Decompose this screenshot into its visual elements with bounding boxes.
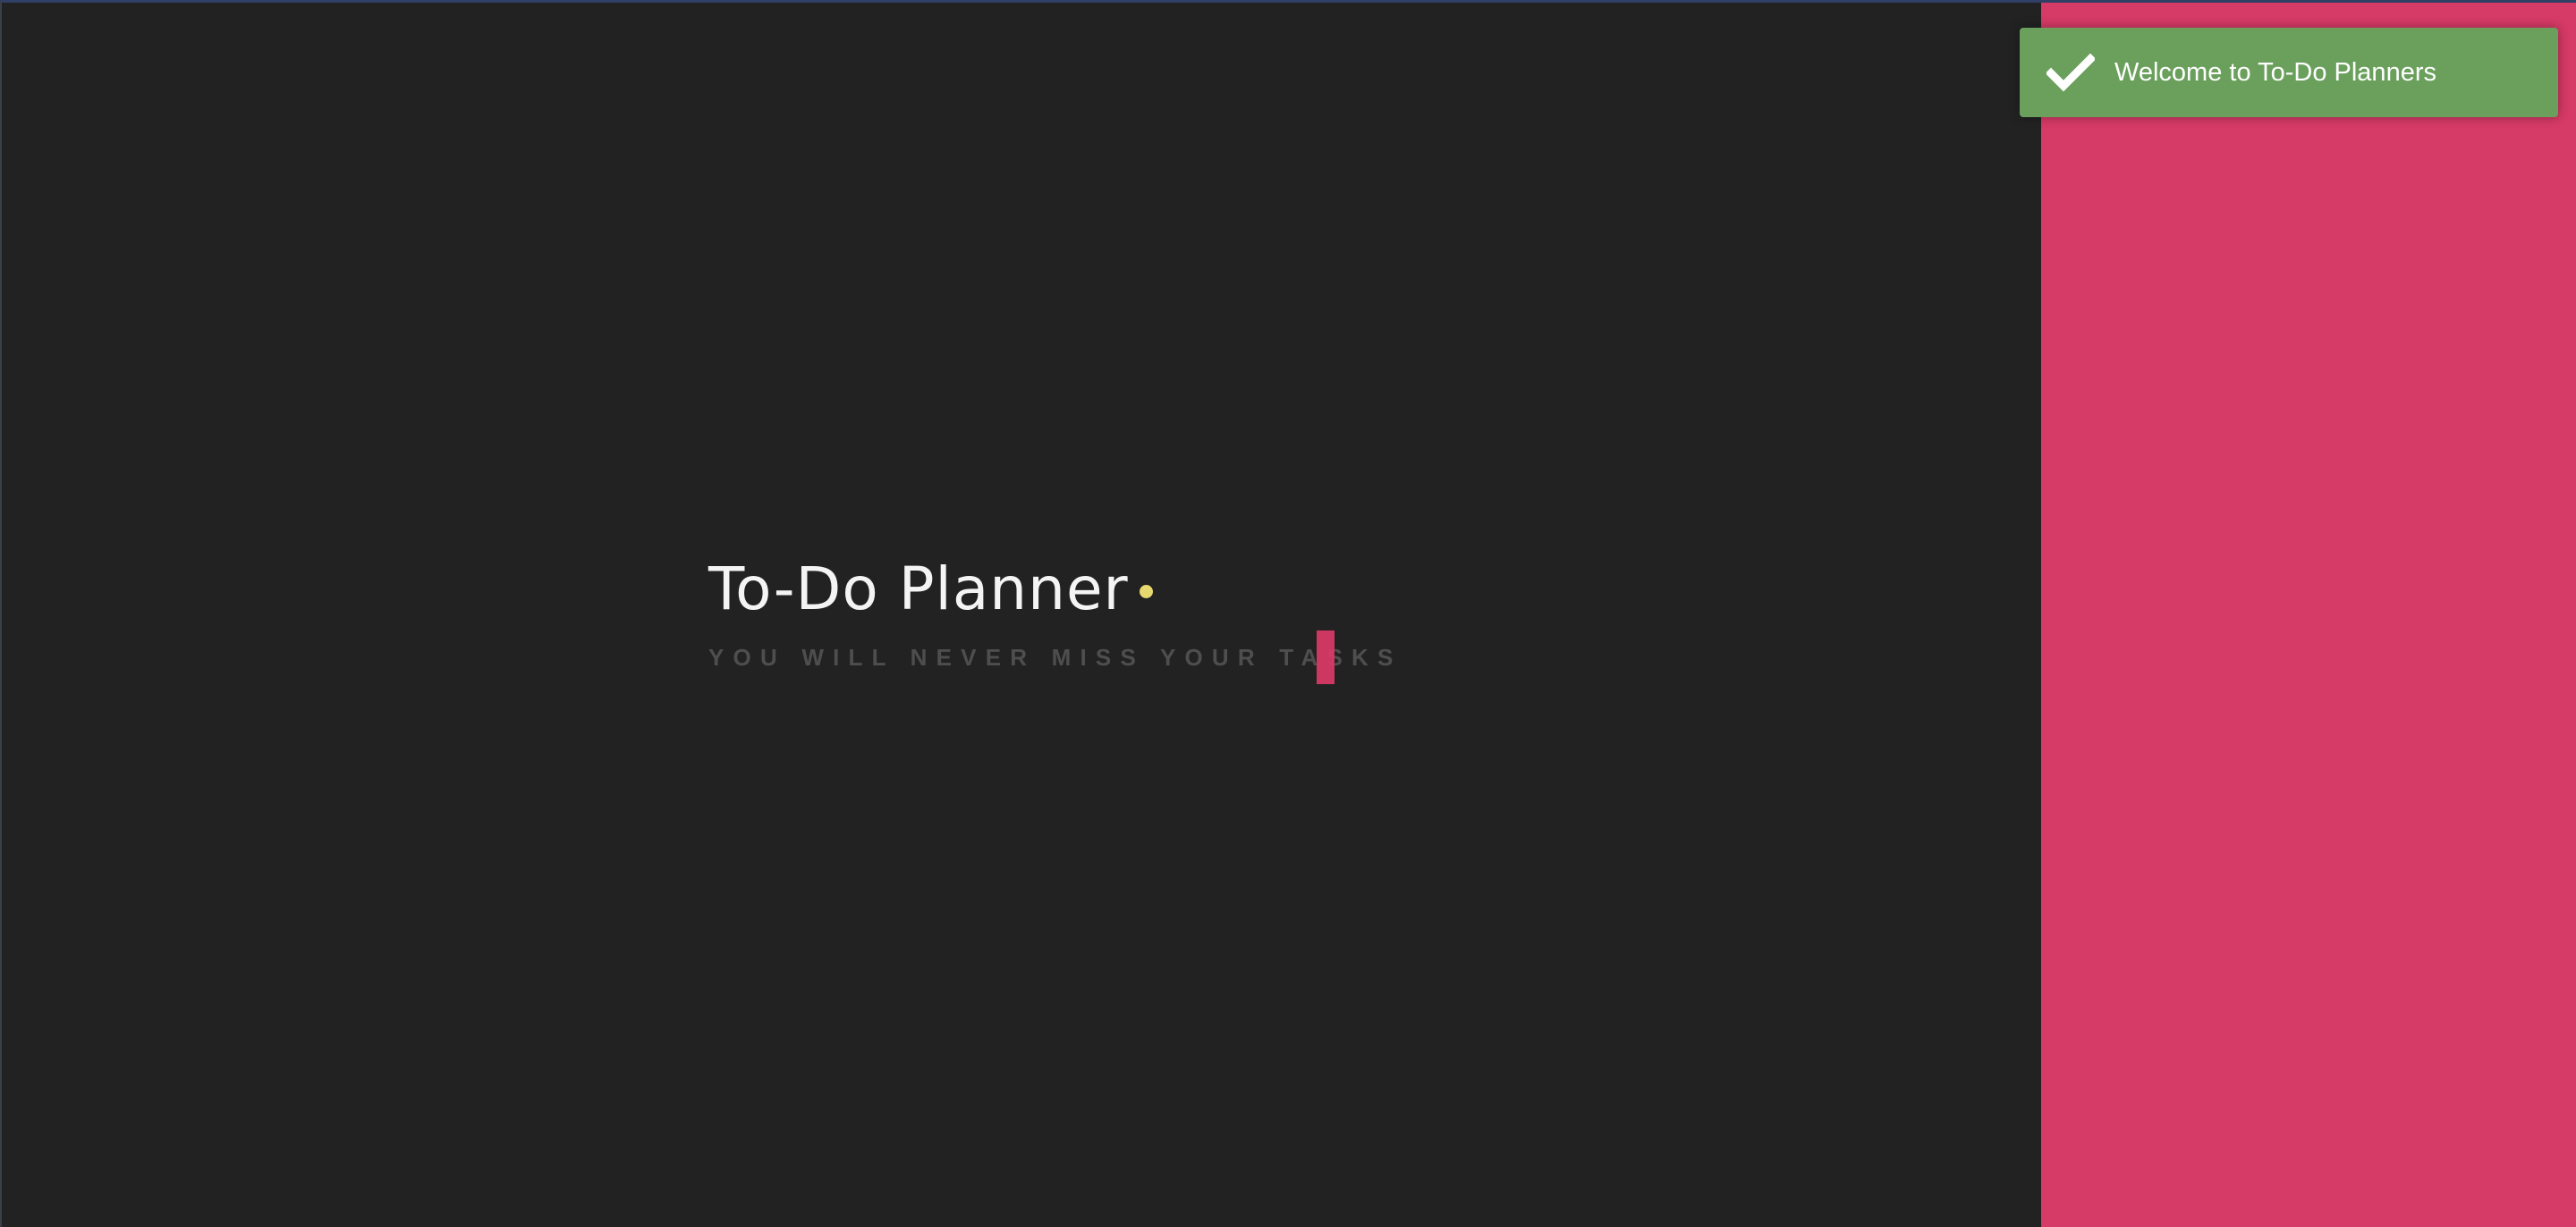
hero-subtitle: YOU WILL NEVER MISS YOUR TASKS: [708, 630, 1402, 684]
hero-subtitle-text: YOU WILL NEVER MISS YOUR TASKS: [708, 643, 1402, 671]
main-panel: To-Do Planner YOU WILL NEVER MISS YOUR T…: [2, 3, 2041, 1227]
toast-message: Welcome to To-Do Planners: [2114, 57, 2436, 87]
typing-cursor: [1317, 630, 1335, 684]
hero-title: To-Do Planner: [708, 550, 1402, 629]
welcome-toast[interactable]: Welcome to To-Do Planners: [2020, 28, 2558, 117]
page: To-Do Planner YOU WILL NEVER MISS YOUR T…: [0, 0, 2576, 1227]
side-panel: [2041, 3, 2576, 1227]
title-dot-icon: [1139, 584, 1153, 598]
hero-title-text: To-Do Planner: [708, 554, 1129, 623]
check-icon: [2046, 53, 2095, 92]
hero-section: To-Do Planner YOU WILL NEVER MISS YOUR T…: [708, 550, 1402, 684]
